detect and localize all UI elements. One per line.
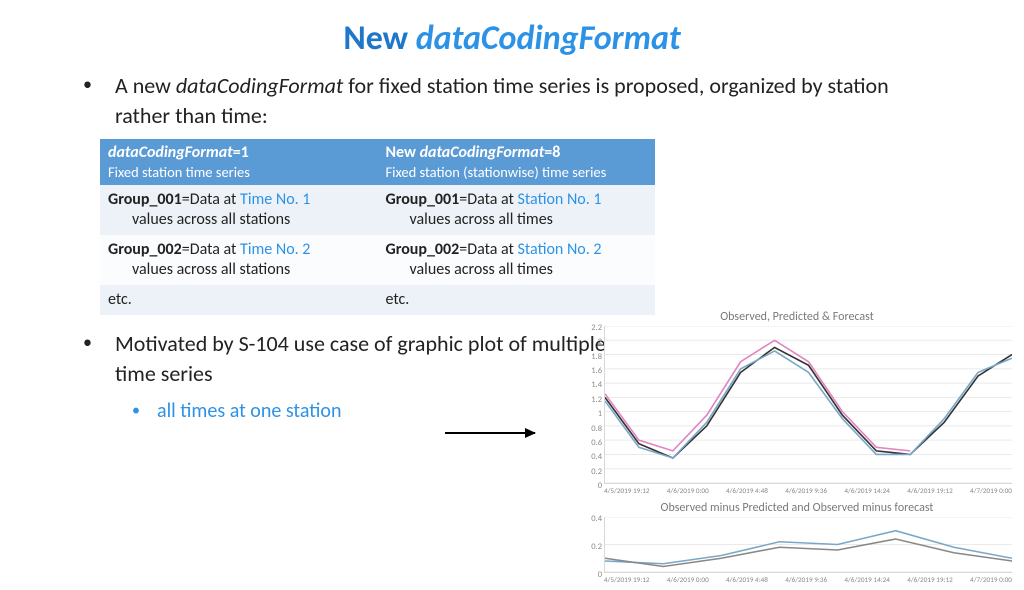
s: values across all times (386, 260, 648, 280)
title-dcf: dataCodingFormat (416, 18, 681, 59)
chart-1-xticks: 4/5/2019 19:124/6/2019 0:004/6/2019 4:48… (604, 486, 1012, 495)
m: =Data at (182, 240, 240, 259)
bullet-2: • Motivated by S-104 use case of graphic… (60, 329, 620, 389)
cell-l3: etc. (100, 285, 378, 315)
charts-panel: Observed, Predicted & Forecast 2.221.81.… (578, 310, 1016, 590)
chart-2-yticks: 0.40.20 (582, 519, 602, 575)
table-row: Group_002=Data at Time No. 2 values acro… (100, 235, 655, 285)
table-row: etc. etc. (100, 285, 655, 315)
m: =Data at (459, 190, 517, 209)
bullet-1: • A new dataCodingFormat for fixed stati… (60, 71, 944, 131)
chart-2: Observed minus Predicted and Observed mi… (578, 501, 1016, 584)
b1-pre: A new (115, 72, 176, 99)
bullet-dot: • (60, 71, 115, 97)
sub-bullet-text: all times at one station (157, 399, 341, 423)
table-row: Group_001=Data at Time No. 1 values acro… (100, 185, 655, 235)
cell-r2: Group_002=Data at Station No. 2 values a… (378, 235, 656, 285)
th-left: dataCodingFormat=1 Fixed station time se… (100, 139, 378, 185)
cell-l2: Group_002=Data at Time No. 2 values acro… (100, 235, 378, 285)
g: Group_002 (386, 240, 460, 259)
g: Group_001 (108, 190, 182, 209)
thr-sub: Fixed station (stationwise) time series (386, 163, 648, 181)
bullet-1-text: A new dataCodingFormat for fixed station… (115, 71, 944, 131)
chart-2-svg (605, 517, 1012, 572)
thr-b0: New (386, 143, 420, 162)
sub-bullet-dot: • (115, 399, 157, 423)
bullet-2-text: Motivated by S-104 use case of graphic p… (115, 329, 620, 389)
comparison-table: dataCodingFormat=1 Fixed station time se… (100, 139, 655, 315)
thl-b1: dataCodingFormat (108, 143, 233, 162)
slide-title: New dataCodingFormat (0, 0, 1024, 71)
title-new: New (343, 18, 408, 59)
cell-l1: Group_001=Data at Time No. 1 values acro… (100, 185, 378, 235)
h: Time No. 2 (240, 240, 310, 259)
chart-2-title: Observed minus Predicted and Observed mi… (578, 501, 1016, 515)
s: values across all times (386, 210, 648, 230)
m: =Data at (459, 240, 517, 259)
s: values across all stations (108, 210, 370, 230)
m: =Data at (182, 190, 240, 209)
bullet-dot: • (60, 329, 115, 355)
b1-ital: dataCodingFormat (176, 72, 343, 99)
g: Group_001 (386, 190, 460, 209)
chart-2-xticks: 4/5/2019 19:124/6/2019 0:004/6/2019 4:48… (604, 575, 1012, 584)
h: Time No. 1 (240, 190, 310, 209)
chart-1-svg (605, 326, 1012, 483)
chart-1-title: Observed, Predicted & Forecast (578, 310, 1016, 324)
g: Group_002 (108, 240, 182, 259)
thl-b2: =1 (233, 143, 249, 162)
chart-1-area (604, 326, 1012, 484)
th-right: New dataCodingFormat=8 Fixed station (st… (378, 139, 656, 185)
h: Station No. 2 (518, 240, 602, 259)
chart-1: Observed, Predicted & Forecast 2.221.81.… (578, 310, 1016, 495)
s: values across all stations (108, 260, 370, 280)
cell-r1: Group_001=Data at Station No. 1 values a… (378, 185, 656, 235)
thr-b1: dataCodingFormat (420, 143, 545, 162)
thl-sub: Fixed station time series (108, 163, 370, 181)
thr-b2: =8 (544, 143, 560, 162)
chart-1-yticks: 2.221.81.61.41.210.80.60.40.20 (582, 328, 602, 486)
h: Station No. 1 (518, 190, 602, 209)
chart-2-area (604, 517, 1012, 573)
arrow-icon (445, 432, 535, 434)
sub-bullet: • all times at one station (115, 399, 620, 423)
